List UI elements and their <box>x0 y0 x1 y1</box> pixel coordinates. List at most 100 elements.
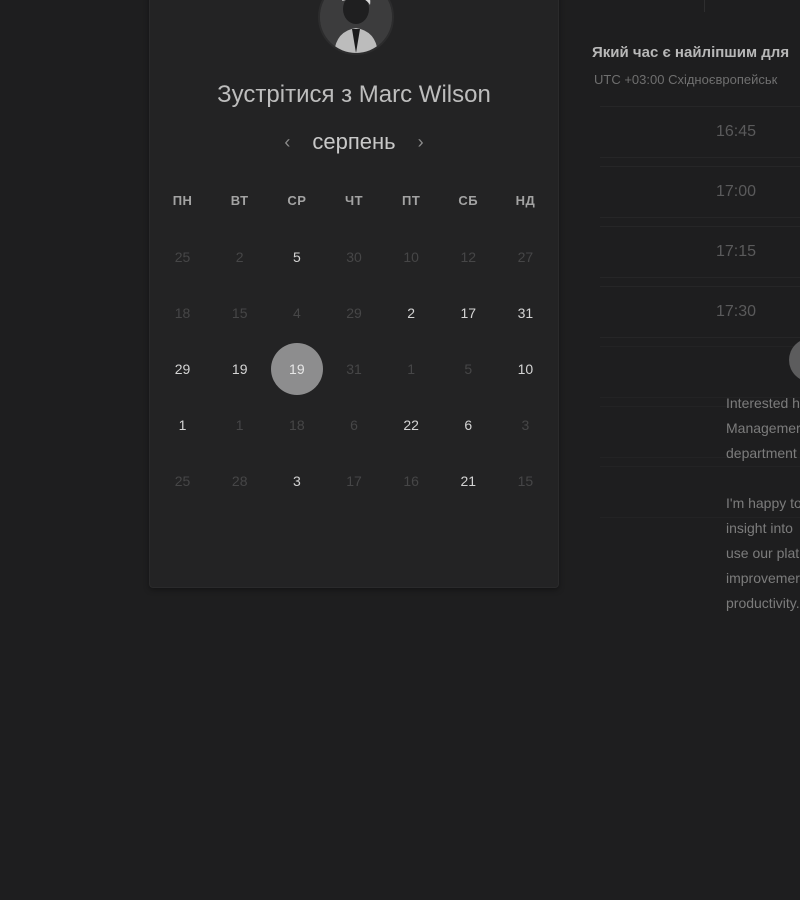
scheduler-page: Зустрітися з Marc Wilson ‹ серпень › ПН … <box>0 0 800 900</box>
time-slot-label: 17:00 <box>715 183 757 200</box>
calendar-day-number: 29 <box>174 361 191 377</box>
weekday-label: ПТ <box>401 193 421 208</box>
time-slot-label: 17:30 <box>715 303 757 320</box>
divider <box>704 0 705 12</box>
weekday-label: ЧТ <box>344 193 364 208</box>
time-slot[interactable]: 17:15 <box>600 226 800 278</box>
weekday-label: ПН <box>172 193 193 208</box>
chevron-right-icon[interactable]: › <box>414 132 428 153</box>
calendar-day-number: 18 <box>174 305 191 321</box>
calendar-day-number: 1 <box>178 417 187 433</box>
calendar-day-number: 3 <box>292 473 301 489</box>
weekday-label: ВТ <box>230 193 249 208</box>
calendar-day-number: 17 <box>460 305 477 321</box>
calendar-day[interactable]: 17 <box>440 285 497 341</box>
calendar-day-number: 30 <box>346 249 362 265</box>
calendar-day-number: 18 <box>289 417 305 433</box>
calendar-day[interactable]: 2 <box>383 285 440 341</box>
calendar-day: 15 <box>211 285 268 341</box>
calendar-day: 3 <box>497 397 554 453</box>
month-navigation: ‹ серпень › <box>150 129 558 155</box>
calendar-day[interactable]: 5 <box>268 229 325 285</box>
calendar-day: 29 <box>325 285 382 341</box>
calendar-day-number: 15 <box>231 305 248 321</box>
calendar-day[interactable]: 1 <box>154 397 211 453</box>
calendar-day: 16 <box>383 453 440 509</box>
calendar-day-number: 17 <box>346 473 362 489</box>
calendar-day-number: 31 <box>517 305 534 321</box>
calendar-day: 31 <box>325 341 382 397</box>
calendar-day-selected[interactable]: 19 <box>268 341 325 397</box>
calendar-day-number: 22 <box>403 417 419 433</box>
calendar-day: 12 <box>440 229 497 285</box>
calendar-day-number: 21 <box>460 473 477 489</box>
calendar-day: 1 <box>383 341 440 397</box>
chevron-left-icon[interactable]: ‹ <box>280 132 294 153</box>
calendar-day: 15 <box>497 453 554 509</box>
calendar-day: 10 <box>383 229 440 285</box>
weekday-label: СБ <box>458 193 479 208</box>
meeting-description-tooltip: Interested h Managemer department I'm ha… <box>726 391 800 641</box>
calendar-day[interactable]: 22 <box>383 397 440 453</box>
time-slot[interactable]: 17:00 <box>600 166 800 218</box>
calendar-day[interactable]: 19 <box>211 341 268 397</box>
weekday-label: НД <box>515 193 536 208</box>
calendar-day-number: 2 <box>407 305 416 321</box>
calendar-day-number: 6 <box>350 417 358 433</box>
calendar-day: 30 <box>325 229 382 285</box>
calendar-day[interactable]: 31 <box>497 285 554 341</box>
calendar-day-number: 5 <box>292 249 301 265</box>
time-slot-label: 16:45 <box>715 123 757 140</box>
calendar-day[interactable]: 29 <box>154 341 211 397</box>
person-photo-icon <box>320 0 392 53</box>
calendar-day-number: 3 <box>521 417 530 433</box>
calendar-day: 2 <box>211 229 268 285</box>
calendar-day[interactable]: 6 <box>440 397 497 453</box>
calendar-day-number: 25 <box>174 249 191 265</box>
calendar-grid: 25 2 5 30 10 12 27 18 15 4 29 2 17 31 29 19 19 31 1 5 10 1 1 18… <box>154 229 554 509</box>
calendar-day-number: 12 <box>460 249 477 265</box>
calendar-day[interactable]: 21 <box>440 453 497 509</box>
weekday-label: СР <box>287 193 307 208</box>
calendar-day-number: 1 <box>235 417 244 433</box>
calendar-day: 18 <box>154 285 211 341</box>
time-slot-label: 17:15 <box>715 243 757 260</box>
month-label: серпень <box>312 129 396 154</box>
calendar-day: 1 <box>211 397 268 453</box>
calendar-day[interactable]: 10 <box>497 341 554 397</box>
calendar-day: 4 <box>268 285 325 341</box>
calendar-day: 25 <box>154 453 211 509</box>
calendar-day-number: 10 <box>403 249 419 265</box>
description-paragraph: Interested h Managemer department <box>726 395 800 461</box>
calendar-day: 5 <box>440 341 497 397</box>
calendar-day: 6 <box>325 397 382 453</box>
calendar-day-number: 4 <box>292 305 301 321</box>
calendar-day: 18 <box>268 397 325 453</box>
calendar-day[interactable]: 3 <box>268 453 325 509</box>
calendar-card: Зустрітися з Marc Wilson ‹ серпень › ПН … <box>149 0 559 588</box>
timezone-label[interactable]: UTC +03:00 Східноєвропейськ <box>594 72 777 87</box>
calendar-day-number: 28 <box>231 473 248 489</box>
calendar-day-number: 29 <box>346 305 362 321</box>
page-title: Зустрітися з Marc Wilson <box>217 81 491 108</box>
weekday-header: ПН ВТ СР ЧТ ПТ СБ НД <box>154 193 554 208</box>
avatar <box>318 0 394 55</box>
calendar-day-number: 25 <box>174 473 191 489</box>
calendar-day-number: 2 <box>235 249 244 265</box>
calendar-day: 25 <box>154 229 211 285</box>
time-slot[interactable]: 16:45 <box>600 106 800 158</box>
time-panel: Який час є найліпшим для UTC +03:00 Схід… <box>592 0 800 900</box>
calendar-day: 28 <box>211 453 268 509</box>
calendar-day-number: 6 <box>464 417 473 433</box>
calendar-day: 27 <box>497 229 554 285</box>
time-slot[interactable]: 17:30 <box>600 286 800 338</box>
calendar-day-number: 10 <box>517 361 534 377</box>
calendar-day-number: 19 <box>270 343 323 395</box>
calendar-day-number: 1 <box>407 361 416 377</box>
calendar-day-number: 5 <box>464 361 473 377</box>
calendar-day-number: 15 <box>517 473 534 489</box>
calendar-day-number: 16 <box>403 473 419 489</box>
calendar-day-number: 27 <box>517 249 534 265</box>
calendar-day-number: 19 <box>231 361 248 377</box>
description-paragraph: I'm happy to insight into use our plat i… <box>726 495 800 611</box>
